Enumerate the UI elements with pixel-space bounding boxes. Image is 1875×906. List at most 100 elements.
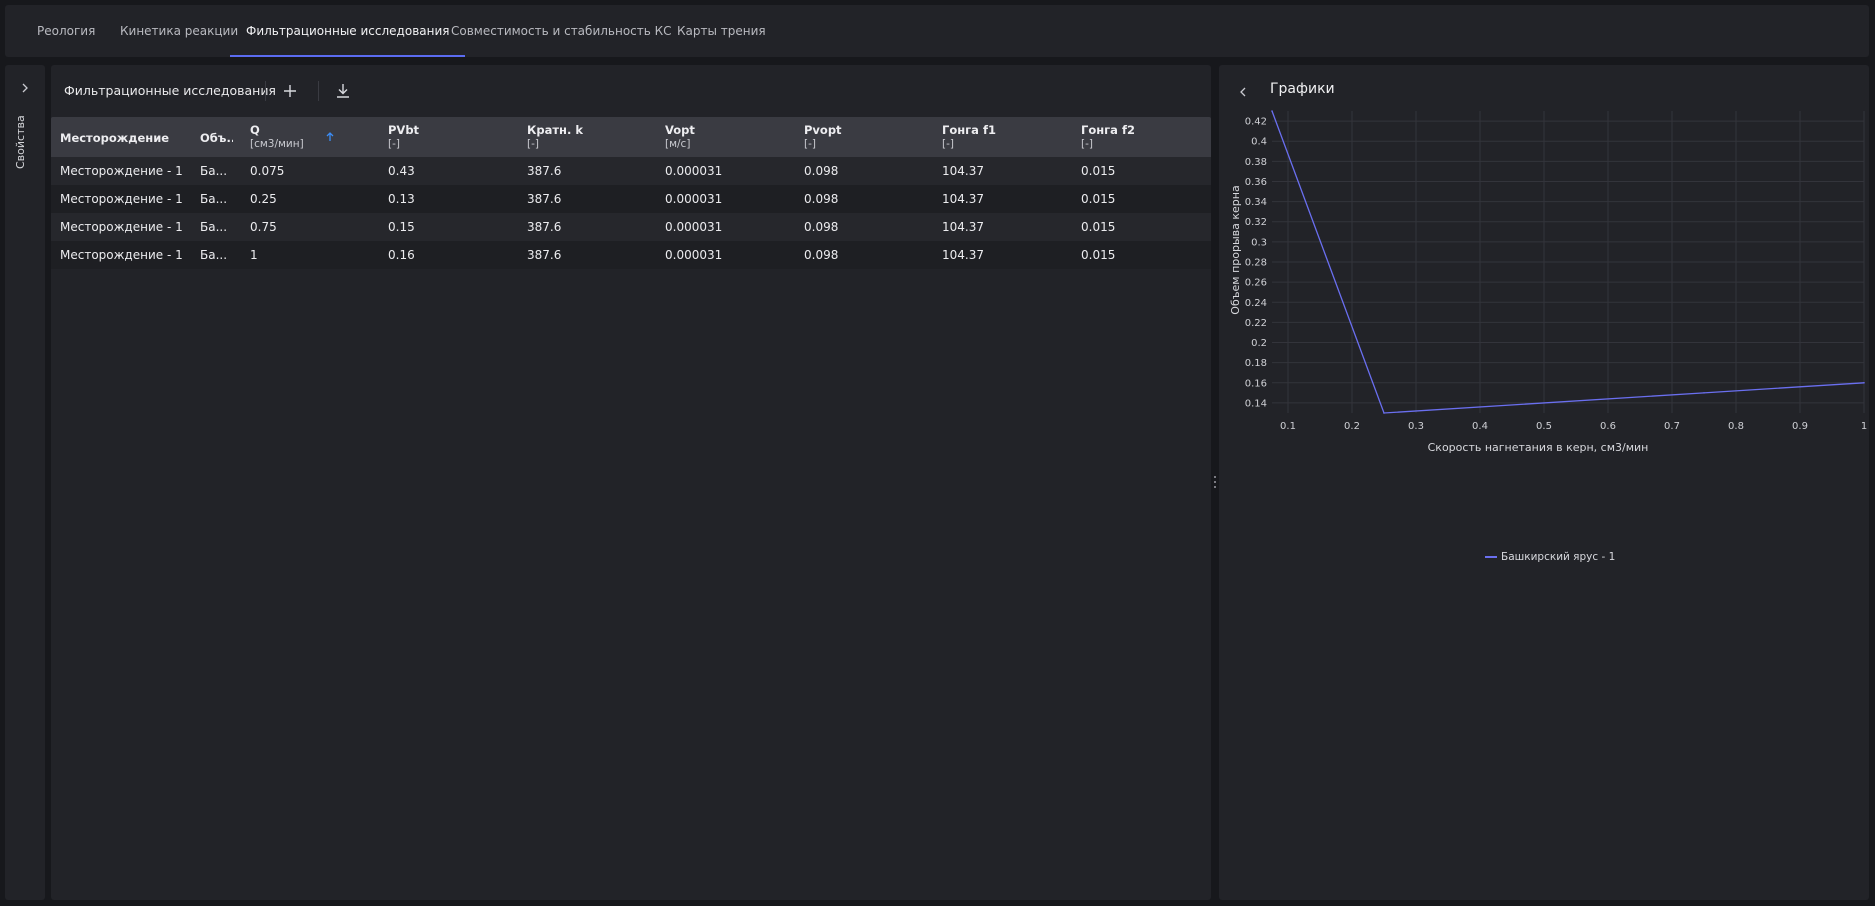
cell-q: 0.75: [250, 220, 277, 234]
tab-compatibility-stability[interactable]: Совместимость и стабильность КС: [435, 5, 688, 57]
x-tick-label: 0.7: [1664, 421, 1680, 432]
data-point: [1271, 110, 1273, 112]
column-header-vopt[interactable]: Vopt [м/с]: [665, 123, 695, 150]
cell-pvopt: 0.098: [804, 164, 839, 178]
y-tick-label: 0.26: [1245, 278, 1267, 289]
y-tick-label: 0.18: [1245, 358, 1267, 369]
panel-title: Фильтрационные исследования: [64, 83, 276, 98]
tab-friction-maps[interactable]: Карты трения: [661, 5, 782, 57]
cell-gong-f2: 0.015: [1081, 192, 1116, 206]
arrow-up-icon[interactable]: [324, 131, 336, 143]
x-tick-label: 0.4: [1472, 421, 1488, 432]
x-tick-label: 0.6: [1600, 421, 1616, 432]
cell-vopt: 0.000031: [665, 164, 723, 178]
column-header-gong-f1[interactable]: Гонга f1 [-]: [942, 123, 996, 150]
y-tick-label: 0.36: [1245, 177, 1267, 188]
x-axis-label: Скорость нагнетания в керн, см3/мин: [1428, 441, 1649, 454]
line-chart: 0.14 0.16 0.18 0.2 0.22 0.24 0.26 0.28 0.3 0.32 0.…: [1229, 110, 1867, 454]
cell-q: 0.075: [250, 164, 285, 178]
tab-filtration-studies[interactable]: Фильтрационные исследования: [230, 5, 466, 57]
cell-vopt: 0.000031: [665, 248, 723, 262]
download-icon: [337, 84, 349, 98]
properties-rail[interactable]: Свойства: [5, 65, 45, 900]
data-point: [1383, 412, 1385, 414]
cell-pvopt: 0.098: [804, 248, 839, 262]
table-row[interactable]: Месторождение - 1 Ба... 0.25 0.13 387.6 …: [51, 185, 1211, 213]
cell-pvbt: 0.16: [388, 248, 415, 262]
x-tick-label: 0.8: [1728, 421, 1744, 432]
column-header-object[interactable]: Объ...: [200, 131, 233, 145]
data-point: [1703, 392, 1705, 394]
table-row[interactable]: Месторождение - 1 Ба... 0.075 0.43 387.6…: [51, 157, 1211, 185]
plus-icon: [284, 85, 296, 97]
y-tick-label: 0.34: [1245, 197, 1267, 208]
column-header-q[interactable]: Q [см3/мин]: [250, 123, 304, 150]
cell-pvopt: 0.098: [804, 192, 839, 206]
cell-q: 1: [250, 248, 258, 262]
y-tick-label: 0.24: [1245, 298, 1267, 309]
cell-field: Месторождение - 1: [60, 248, 183, 262]
cell-multiplicity: 387.6: [527, 248, 562, 262]
add-button[interactable]: [279, 80, 301, 102]
legend-item[interactable]: Башкирский ярус - 1: [1485, 551, 1615, 563]
cell-object: Ба...: [200, 164, 228, 178]
toolbar-divider: [265, 81, 266, 101]
cell-pvopt: 0.098: [804, 220, 839, 234]
cell-gong-f2: 0.015: [1081, 220, 1116, 234]
y-tick-label: 0.38: [1245, 157, 1267, 168]
x-tick-label: 0.9: [1792, 421, 1808, 432]
charts-panel: Графики 0.14 0.16 0.18 0.2 0.22 0.24 0.26 0.28 0…: [1219, 65, 1869, 900]
panel-resize-handle[interactable]: [1212, 476, 1218, 494]
x-tick-label: 0.3: [1408, 421, 1424, 432]
legend-label: Башкирский ярус - 1: [1501, 551, 1616, 563]
cell-field: Месторождение - 1: [60, 192, 183, 206]
cell-object: Ба...: [200, 220, 228, 234]
download-button[interactable]: [332, 80, 354, 102]
table-header: Месторождение Объ... Q[см3/мин] PVbt[-] …: [51, 117, 1211, 157]
cell-gong-f2: 0.015: [1081, 248, 1116, 262]
table-row[interactable]: Месторождение - 1 Ба... 1 0.16 387.6 0.0…: [51, 241, 1211, 269]
table-toolbar: Фильтрационные исследования: [51, 65, 1211, 117]
cell-pvbt: 0.13: [388, 192, 415, 206]
x-tick-label: 0.1: [1280, 421, 1296, 432]
x-tick-label: 0.2: [1344, 421, 1360, 432]
results-table: Месторождение Объ... Q[см3/мин] PVbt[-] …: [51, 117, 1211, 269]
cell-gong-f2: 0.015: [1081, 164, 1116, 178]
y-tick-label: 0.3: [1251, 237, 1267, 248]
cell-vopt: 0.000031: [665, 220, 723, 234]
cell-q: 0.25: [250, 192, 277, 206]
cell-pvbt: 0.43: [388, 164, 415, 178]
column-header-field[interactable]: Месторождение: [60, 131, 169, 145]
y-tick-label: 0.4: [1251, 137, 1267, 148]
cell-gong-f1: 104.37: [942, 220, 984, 234]
properties-label: Свойства: [14, 115, 27, 169]
x-tick-label: 0.5: [1536, 421, 1552, 432]
cell-gong-f1: 104.37: [942, 164, 984, 178]
tab-rheology[interactable]: Реология: [21, 5, 111, 57]
column-header-multiplicity[interactable]: Кратн. k [-]: [527, 123, 583, 150]
cell-gong-f1: 104.37: [942, 192, 984, 206]
y-axis-label: Объем прорыва керна: [1229, 185, 1242, 314]
column-header-pvopt[interactable]: Pvopt [-]: [804, 123, 842, 150]
cell-gong-f1: 104.37: [942, 248, 984, 262]
tab-bar: Реология Кинетика реакции Фильтрационные…: [5, 5, 1869, 57]
cell-multiplicity: 387.6: [527, 164, 562, 178]
table-panel: Фильтрационные исследования Месторождени…: [51, 65, 1211, 900]
y-tick-label: 0.14: [1245, 398, 1267, 409]
table-row[interactable]: Месторождение - 1 Ба... 0.75 0.15 387.6 …: [51, 213, 1211, 241]
x-tick-label: 1: [1861, 421, 1867, 432]
cell-object: Ба...: [200, 248, 228, 262]
toolbar-divider: [318, 81, 319, 101]
column-header-gong-f2[interactable]: Гонга f2 [-]: [1081, 123, 1135, 150]
y-tick-label: 0.32: [1245, 217, 1267, 228]
cell-multiplicity: 387.6: [527, 192, 562, 206]
legend-swatch: [1485, 556, 1497, 558]
cell-field: Месторождение - 1: [60, 164, 183, 178]
y-tick-label: 0.2: [1251, 338, 1267, 349]
cell-object: Ба...: [200, 192, 228, 206]
column-header-pvbt[interactable]: PVbt [-]: [388, 123, 419, 150]
cell-pvbt: 0.15: [388, 220, 415, 234]
data-point: [1863, 382, 1865, 384]
y-tick-label: 0.28: [1245, 258, 1267, 269]
y-tick-label: 0.16: [1245, 378, 1267, 389]
